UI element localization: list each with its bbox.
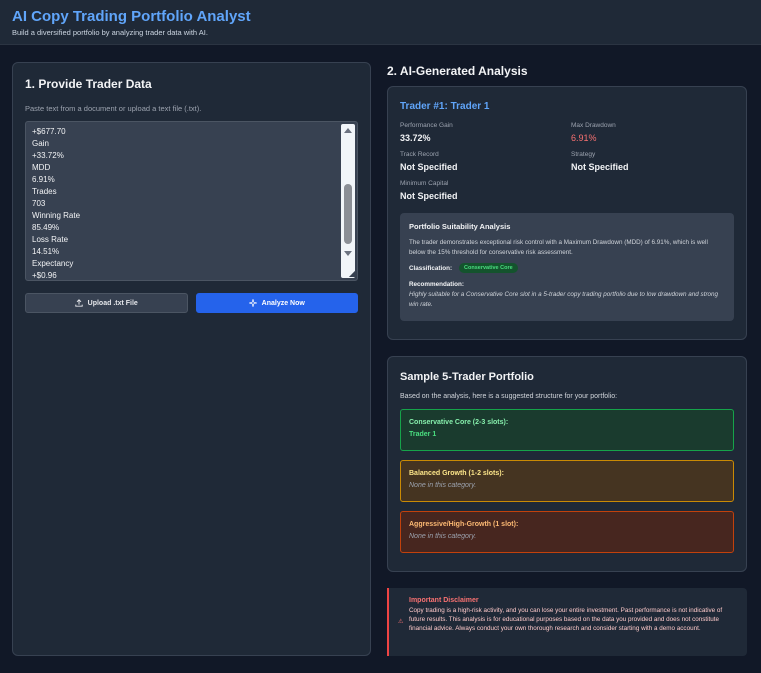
- app-header: AI Copy Trading Portfolio Analyst Build …: [0, 0, 761, 45]
- slot-title: Balanced Growth (1-2 slots):: [409, 470, 504, 477]
- textarea-line: +33.72%: [32, 151, 64, 160]
- textarea-line: Gain: [32, 139, 49, 148]
- slot-title: Conservative Core (2-3 slots):: [409, 419, 509, 426]
- stat-label: Performance Gain: [400, 122, 453, 129]
- recommendation-text: Highly suitable for a Conservative Core …: [409, 291, 719, 308]
- stat-label: Max Drawdown: [571, 122, 616, 129]
- sample-portfolio-card: Sample 5-Trader Portfolio Based on the a…: [387, 356, 747, 572]
- analyze-button-label: Analyze Now: [261, 299, 305, 307]
- slot-aggressive-growth: Aggressive/High-Growth (1 slot): None in…: [400, 511, 734, 553]
- upload-txt-button[interactable]: Upload .txt File: [25, 293, 188, 313]
- stat-strategy: Strategy Not Specified: [571, 151, 742, 172]
- textarea-line: +$0.96: [32, 271, 57, 280]
- input-helper-text: Paste text from a document or upload a t…: [25, 104, 202, 113]
- warning-icon: ⚠: [398, 619, 404, 625]
- app-title: AI Copy Trading Portfolio Analyst: [12, 8, 251, 25]
- scroll-down-arrow-icon[interactable]: [344, 251, 352, 256]
- trader-analysis-card: Trader #1: Trader 1 Performance Gain 33.…: [387, 86, 747, 340]
- stat-performance-gain: Performance Gain 33.72%: [400, 122, 571, 143]
- stat-value: Not Specified: [571, 162, 629, 172]
- slot-balanced-growth: Balanced Growth (1-2 slots): None in thi…: [400, 460, 734, 502]
- textarea-line: 85.49%: [32, 223, 60, 232]
- upload-icon: [74, 299, 83, 307]
- textarea-line: Trades: [32, 187, 57, 196]
- resize-grip-icon[interactable]: ◢: [349, 270, 355, 278]
- analysis-section-title: 2. AI-Generated Analysis: [387, 64, 528, 78]
- stat-minimum-capital: Minimum Capital Not Specified: [400, 180, 571, 201]
- textarea-line: 14.51%: [32, 247, 60, 256]
- slot-value: Trader 1: [409, 431, 437, 438]
- slot-title: Aggressive/High-Growth (1 slot):: [409, 521, 519, 528]
- stat-label: Strategy: [571, 151, 596, 158]
- input-panel-title: 1. Provide Trader Data: [25, 77, 152, 91]
- upload-button-label: Upload .txt File: [87, 299, 138, 307]
- textarea-line: +$677.70: [32, 127, 66, 136]
- textarea-line: Loss Rate: [32, 235, 69, 244]
- stat-value: Not Specified: [400, 162, 458, 172]
- textarea-scrollbar[interactable]: [341, 124, 355, 278]
- classification-badge: Conservative Core: [459, 263, 518, 273]
- slot-value: None in this category.: [409, 533, 477, 540]
- suitability-text: The trader demonstrates exceptional risk…: [409, 239, 708, 256]
- scroll-up-arrow-icon[interactable]: [344, 128, 352, 133]
- suitability-box: Portfolio Suitability Analysis The trade…: [400, 213, 734, 321]
- trader-title: Trader #1: Trader 1: [400, 101, 490, 112]
- textarea-line: 703: [32, 199, 46, 208]
- slot-conservative-core: Conservative Core (2-3 slots): Trader 1: [400, 409, 734, 451]
- disclaimer-title: Important Disclaimer: [409, 597, 479, 604]
- disclaimer-box: ⚠ Important Disclaimer Copy trading is a…: [387, 588, 747, 656]
- suitability-title: Portfolio Suitability Analysis: [409, 222, 511, 231]
- stat-value: 6.91%: [571, 133, 597, 143]
- textarea-line: MDD: [32, 163, 51, 172]
- textarea-line: Winning Rate: [32, 211, 81, 220]
- classification-row: Classification: Conservative Core: [409, 263, 725, 273]
- portfolio-subtitle: Based on the analysis, here is a suggest…: [400, 393, 618, 400]
- classification-label: Classification:: [409, 264, 453, 272]
- stat-value: Not Specified: [400, 191, 458, 201]
- stat-label: Minimum Capital: [400, 180, 449, 187]
- stat-label: Track Record: [400, 151, 439, 158]
- stat-max-drawdown: Max Drawdown 6.91%: [571, 122, 742, 143]
- disclaimer-text: Copy trading is a high-risk activity, an…: [409, 607, 723, 633]
- stat-value: 33.72%: [400, 133, 431, 143]
- scrollbar-thumb[interactable]: [344, 184, 352, 244]
- analyze-now-button[interactable]: Analyze Now: [195, 293, 358, 313]
- input-actions: Upload .txt File Analyze Now: [25, 293, 358, 313]
- portfolio-title: Sample 5-Trader Portfolio: [400, 371, 534, 383]
- textarea-line: Expectancy: [32, 259, 74, 268]
- trader-data-panel: 1. Provide Trader Data Paste text from a…: [12, 62, 371, 656]
- stat-track-record: Track Record Not Specified: [400, 151, 571, 172]
- sparkle-icon: [248, 299, 257, 307]
- app-subtitle: Build a diversified portfolio by analyzi…: [12, 28, 208, 37]
- trader-data-textarea[interactable]: +$677.70 Gain +33.72% MDD 6.91% Trades 7…: [25, 121, 358, 281]
- recommendation-label: Recommendation:: [409, 281, 464, 288]
- textarea-line: 6.91%: [32, 175, 55, 184]
- slot-value: None in this category.: [409, 482, 477, 489]
- trader-stats-grid: Performance Gain 33.72% Max Drawdown 6.9…: [400, 122, 734, 201]
